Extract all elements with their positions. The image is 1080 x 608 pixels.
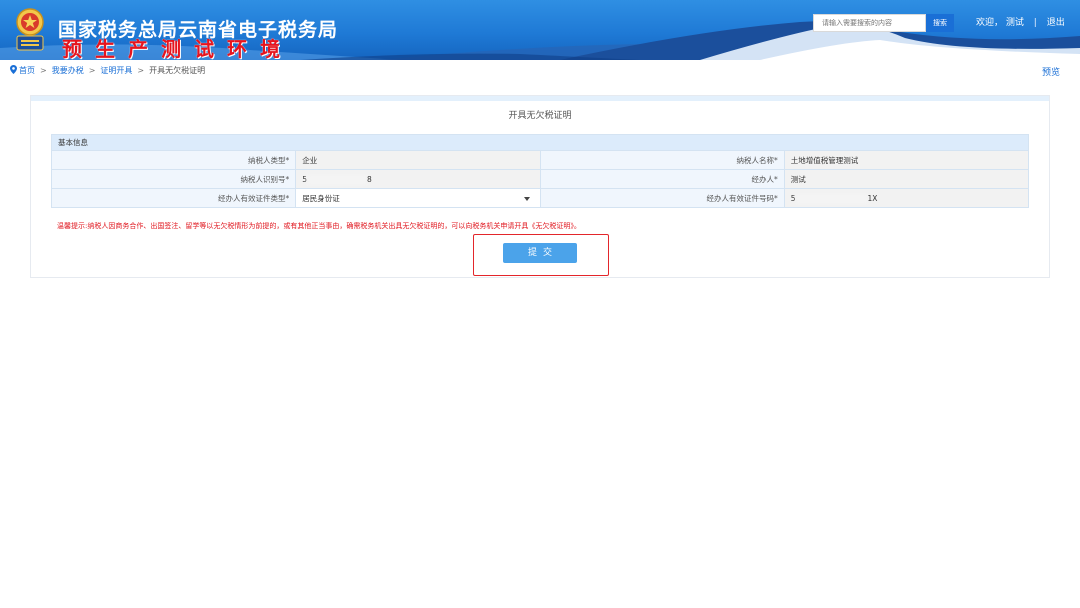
breadcrumb-separator: >: [40, 66, 47, 75]
preview-link[interactable]: 预览: [1042, 65, 1060, 78]
welcome-text: 欢迎，: [976, 18, 1004, 28]
taxpayer-id-value: 58: [295, 169, 541, 189]
breadcrumb-separator: >: [137, 66, 145, 75]
id-type-select[interactable]: 居民身份证: [295, 188, 541, 208]
username-link[interactable]: 测试: [1006, 15, 1024, 28]
table-row: 纳税人类型* 企业 纳税人名称* 土地增值税管理测试: [50, 150, 1030, 170]
user-area: 欢迎， 测试 | 退出: [976, 15, 1065, 28]
separator: |: [1033, 18, 1037, 28]
form-title: 开具无欠税证明: [508, 111, 572, 121]
id-number-suffix: 1X: [867, 193, 878, 203]
taxpayer-id-label: 纳税人识别号*: [50, 169, 297, 189]
search-button[interactable]: 搜索: [926, 14, 954, 32]
agent-value: 测试: [783, 169, 1030, 189]
location-pin-icon: [10, 65, 17, 74]
taxpayer-id-suffix: 8: [367, 174, 372, 184]
breadcrumb-separator: >: [88, 66, 96, 75]
id-number-prefix: 5: [790, 193, 796, 203]
taxpayer-name-value: 土地增值税管理测试: [783, 150, 1030, 170]
id-number-value: 5 1X: [783, 188, 1030, 208]
taxpayer-type-value: 企业: [295, 150, 541, 170]
section-header: 基本信息: [51, 134, 1029, 151]
redacted-mask: [797, 195, 866, 202]
panel-top-bar: [31, 96, 1049, 101]
breadcrumb-home[interactable]: 首页: [19, 66, 35, 75]
redacted-mask: [309, 176, 366, 183]
taxpayer-id-prefix: 5: [302, 174, 308, 184]
warm-tip: 温馨提示:纳税人因商务合作、出国签注、留学等以无欠税情形为前提的，或有其他正当事…: [57, 222, 581, 230]
tax-emblem-icon: [16, 8, 44, 51]
breadcrumb-certificates[interactable]: 证明开具: [100, 66, 132, 75]
id-type-selected-value: 居民身份证: [302, 193, 340, 203]
agent-label: 经办人*: [539, 169, 785, 189]
table-row: 纳税人识别号* 58 经办人* 测试: [50, 169, 1030, 189]
table-row: 经办人有效证件类型* 居民身份证 经办人有效证件号码* 5 1X: [50, 188, 1030, 208]
breadcrumb-current: 开具无欠税证明: [149, 66, 206, 75]
breadcrumb-tax-services[interactable]: 我要办税: [52, 66, 84, 75]
basic-info-table: 基本信息 纳税人类型* 企业 纳税人名称* 土地增值税管理测试 纳税人识别号* …: [50, 134, 1030, 208]
taxpayer-type-label: 纳税人类型*: [50, 150, 297, 170]
top-header: 国家税务总局云南省电子税务局 预生产测试环境 搜索 欢迎， 测试 | 退出: [0, 0, 1080, 60]
breadcrumb: 首页 > 我要办税 > 证明开具 > 开具无欠税证明: [10, 65, 205, 76]
logout-link[interactable]: 退出: [1047, 15, 1065, 28]
id-number-label: 经办人有效证件号码*: [539, 188, 785, 208]
id-type-label: 经办人有效证件类型*: [50, 188, 297, 208]
submit-button[interactable]: 提交: [503, 243, 577, 263]
search-input[interactable]: [813, 14, 926, 32]
taxpayer-name-label: 纳税人名称*: [539, 150, 785, 170]
environment-subtitle: 预生产测试环境: [62, 37, 293, 60]
dropdown-caret-icon[interactable]: [523, 196, 530, 201]
